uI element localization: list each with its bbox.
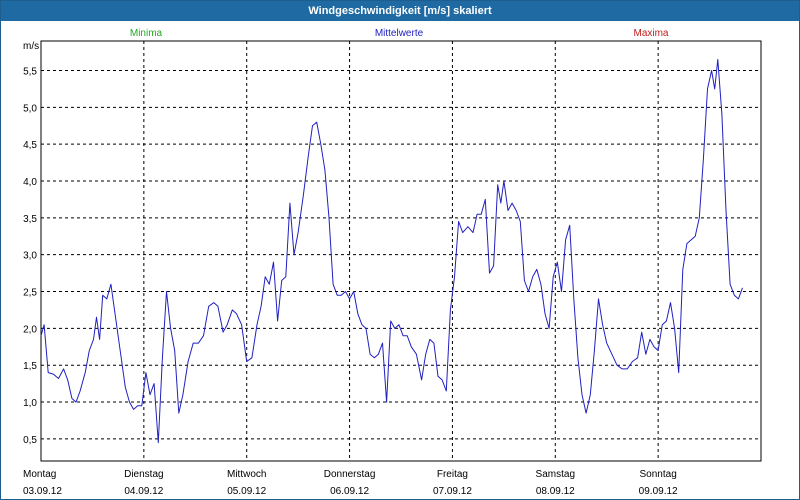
plot-frame — [40, 40, 762, 462]
x-tick-date: 05.09.12 — [227, 486, 266, 497]
x-tick-day: Samstag — [536, 469, 575, 480]
legend-maxima: Maxima — [633, 28, 668, 39]
x-tick-date: 06.09.12 — [330, 486, 369, 497]
legend-minima: Minima — [130, 28, 163, 39]
y-axis-label: m/s — [23, 41, 39, 52]
x-tick-day: Dienstag — [124, 469, 163, 480]
x-tick-date: 03.09.12 — [23, 486, 62, 497]
y-tick-label: 0,5 — [23, 435, 37, 446]
x-tick-date: 04.09.12 — [124, 486, 163, 497]
x-tick-day: Donnerstag — [324, 469, 376, 480]
x-tick-date: 09.09.12 — [639, 486, 678, 497]
y-tick-label: 5,5 — [23, 66, 37, 77]
series — [40, 58, 743, 444]
y-tick-label: 2,5 — [23, 288, 37, 299]
y-tick-label: 3,0 — [23, 251, 37, 262]
y-tick-label: 4,0 — [23, 177, 37, 188]
y-axis-ticks: 0,5 1,0 1,5 2,0 2,5 3,0 3,5 4,0 4,5 5,0 5,5 — [23, 66, 37, 445]
x-tick-date: 08.09.12 — [536, 486, 575, 497]
x-axis-ticks: Montag 03.09.12 Dienstag 04.09.12 Mittwoch 05… — [23, 469, 678, 497]
y-tick-label: 4,5 — [23, 140, 37, 151]
legend-mittelwerte: Mittelwerte — [375, 28, 424, 39]
series-line-mittelwerte — [40, 58, 743, 444]
y-tick-label: 2,0 — [23, 324, 37, 335]
grid — [41, 41, 761, 461]
chart-window: Windgeschwindigkeit [m/s] skaliert m/s 0… — [0, 0, 800, 500]
x-tick-day: Freitag — [437, 469, 468, 480]
x-tick-day: Sonntag — [640, 469, 677, 480]
y-tick-label: 1,5 — [23, 361, 37, 372]
x-tick-day: Montag — [23, 469, 56, 480]
y-tick-label: 1,0 — [23, 398, 37, 409]
y-tick-label: 3,5 — [23, 214, 37, 225]
chart-svg: m/s 0,5 1,0 1,5 2,0 2,5 3,0 3,5 4,0 4,5 5,0 5,5 Mo… — [23, 28, 762, 497]
x-tick-date: 07.09.12 — [433, 486, 472, 497]
x-tick-day: Mittwoch — [227, 469, 266, 480]
y-tick-label: 5,0 — [23, 103, 37, 114]
